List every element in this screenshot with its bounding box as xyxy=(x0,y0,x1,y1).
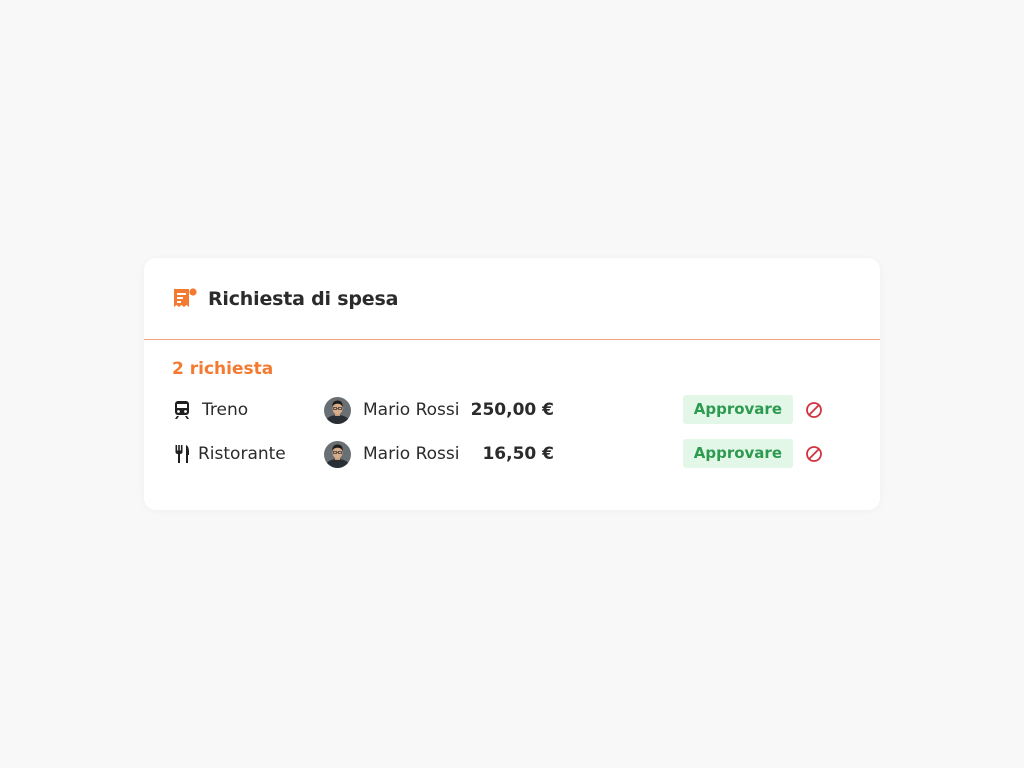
category-label: Treno xyxy=(202,400,249,420)
requester-name: Mario Rossi xyxy=(363,444,460,464)
block-icon xyxy=(805,402,823,422)
card-header: Richiesta di spesa xyxy=(144,258,880,340)
expense-request-card: Richiesta di spesa 2 richiesta Treno Mar… xyxy=(144,258,880,510)
approve-button[interactable]: Approvare xyxy=(682,439,793,468)
block-icon xyxy=(805,446,823,466)
receipt-icon xyxy=(172,286,198,312)
request-category: Ristorante xyxy=(172,438,286,470)
train-icon xyxy=(172,400,192,420)
fork-knife-icon xyxy=(172,444,192,464)
request-row: Ristorante Mario Rossi 16,50 € Approvare xyxy=(172,438,852,482)
requester-name: Mario Rossi xyxy=(363,400,460,420)
request-count: 2 richiesta xyxy=(172,359,274,379)
requester: Mario Rossi xyxy=(324,438,460,470)
requester: Mario Rossi xyxy=(324,394,460,426)
request-row: Treno Mario Rossi 250,00 € Approvare xyxy=(172,394,852,438)
request-category: Treno xyxy=(172,394,248,426)
reject-button[interactable] xyxy=(805,401,823,419)
reject-button[interactable] xyxy=(805,445,823,463)
avatar xyxy=(324,396,351,424)
request-amount: 16,50 € xyxy=(482,444,554,464)
card-title: Richiesta di spesa xyxy=(208,287,399,310)
approve-button[interactable]: Approvare xyxy=(682,395,793,424)
request-amount: 250,00 € xyxy=(470,400,554,420)
avatar xyxy=(324,440,351,468)
card-body: 2 richiesta Treno Mario Rossi 250,00 € A… xyxy=(144,340,880,482)
category-label: Ristorante xyxy=(198,444,286,464)
